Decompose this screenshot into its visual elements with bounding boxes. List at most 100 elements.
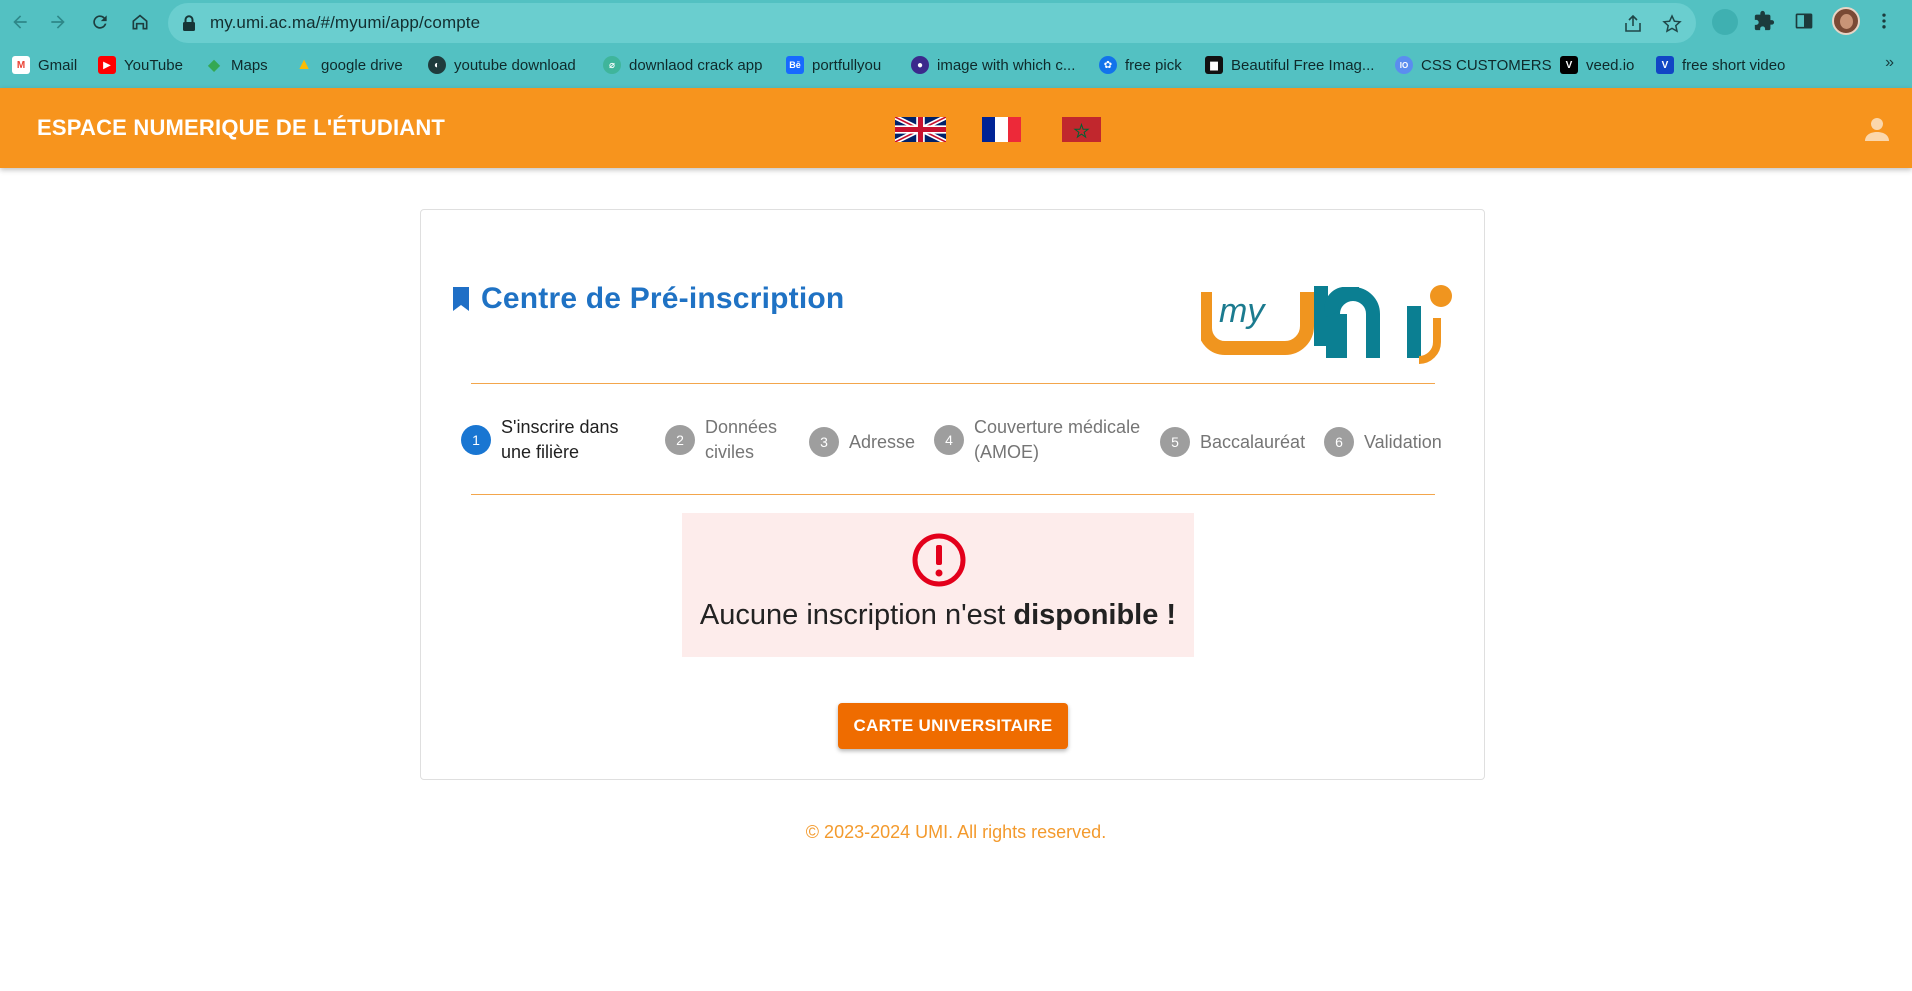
step-label-line1: Données: [705, 417, 778, 437]
browser-toolbar: my.umi.ac.ma/#/myumi/app/compte M Gmail …: [0, 0, 1912, 88]
bookmark-label: YouTube: [124, 56, 183, 74]
menu-dots-icon[interactable]: [1872, 9, 1896, 33]
css-icon: IO: [1395, 56, 1413, 74]
step-label: Données civiles: [705, 415, 777, 465]
bookmark-label: image with which c...: [937, 56, 1076, 74]
bookmark-gmail[interactable]: M Gmail: [12, 54, 77, 76]
footer-copyright: © 2023-2024 UMI. All rights reserved.: [805, 822, 1107, 842]
youtube-icon: ▶: [98, 56, 116, 74]
behance-icon: Bē: [786, 56, 804, 74]
bookmark-label: free pick: [1125, 56, 1182, 74]
bookmarks-overflow-button[interactable]: »: [1885, 54, 1894, 72]
step-label: S'inscrire dans une filière: [501, 415, 618, 465]
side-panel-icon[interactable]: [1792, 9, 1816, 33]
alert-text-bold: disponible !: [1013, 599, 1177, 631]
step-5[interactable]: 5 Baccalauréat: [1160, 427, 1305, 457]
step-label: Couverture médicale (AMOE): [974, 415, 1140, 465]
bookmark-veed[interactable]: V veed.io: [1560, 54, 1634, 76]
top-divider: [471, 383, 1435, 384]
step-label-line1: S'inscrire dans: [501, 417, 619, 437]
maps-icon: ◆: [207, 57, 221, 74]
french-flag-icon[interactable]: [982, 117, 1021, 142]
bottom-divider: [471, 494, 1435, 495]
profile-avatar[interactable]: [1832, 7, 1860, 35]
step-number: 6: [1324, 427, 1354, 457]
forward-arrow-icon[interactable]: [46, 10, 70, 34]
bookmark-free-short-video[interactable]: V free short video: [1656, 54, 1785, 76]
myumi-logo: my: [1201, 285, 1452, 364]
bookmark-label: google drive: [321, 56, 403, 74]
step-number: 5: [1160, 427, 1190, 457]
bookmark-image-site[interactable]: ● image with which c...: [911, 54, 1075, 76]
bookmark-label: free short video: [1682, 56, 1786, 74]
lock-icon: [183, 15, 195, 31]
no-registration-alert: Aucune inscription n'est disponible !: [682, 513, 1194, 657]
star-icon[interactable]: [1662, 14, 1682, 34]
step-number: 4: [934, 425, 964, 455]
share-icon[interactable]: [1623, 14, 1643, 34]
step-4[interactable]: 4 Couverture médicale (AMOE): [934, 415, 1140, 465]
bookmarks-bar: M Gmail ▶ YouTube ◆ Maps ▲ google drive …: [0, 48, 1912, 82]
step-2[interactable]: 2 Données civiles: [665, 415, 777, 465]
bookmark-icon: [453, 287, 469, 311]
step-label-line2: (AMOE): [974, 442, 1039, 462]
bookmark-label: CSS CUSTOMERS: [1421, 56, 1552, 74]
crack-app-icon: ⌀: [603, 56, 621, 74]
bookmark-portfullyou[interactable]: Bē portfullyou: [786, 54, 881, 76]
bookmark-label: downlaod crack app: [629, 56, 763, 74]
step-6[interactable]: 6 Validation: [1324, 427, 1442, 457]
moroccan-flag-icon[interactable]: [1062, 117, 1101, 142]
bookmark-maps[interactable]: ◆ Maps: [205, 54, 268, 76]
globe-icon: ◐: [428, 56, 446, 74]
step-label-line1: Couverture médicale: [974, 417, 1141, 437]
svg-text:my: my: [1219, 292, 1266, 330]
url-text: my.umi.ac.ma/#/myumi/app/compte: [210, 13, 481, 32]
step-3[interactable]: 3 Adresse: [809, 427, 915, 457]
step-1[interactable]: 1 S'inscrire dans une filière: [461, 415, 618, 465]
bookmark-label: youtube download: [454, 56, 576, 74]
bookmark-label: veed.io: [1586, 56, 1635, 74]
english-flag-icon[interactable]: [895, 117, 946, 142]
puzzle-icon[interactable]: [1752, 9, 1776, 33]
bookmark-label: Beautiful Free Imag...: [1231, 56, 1375, 74]
step-number: 1: [461, 425, 491, 455]
bookmark-youtube-download[interactable]: ◐ youtube download: [428, 54, 576, 76]
alert-text: Aucune inscription n'est: [699, 599, 1014, 631]
alert-message: Aucune inscription n'est disponible !: [682, 599, 1194, 632]
step-number: 3: [809, 427, 839, 457]
address-bar[interactable]: my.umi.ac.ma/#/myumi/app/compte: [168, 3, 1696, 43]
bookmark-google-drive[interactable]: ▲ google drive: [295, 54, 403, 76]
registration-stepper: 1 S'inscrire dans une filière 2 Données …: [461, 415, 1461, 475]
bookmark-label: Maps: [231, 56, 268, 74]
card-header: Centre de Pré-inscription: [451, 282, 844, 316]
back-arrow-icon[interactable]: [8, 10, 32, 34]
app-title: ESPACE NUMERIQUE DE L'ÉTUDIANT: [37, 115, 446, 140]
bookmark-free-pick[interactable]: ✿ free pick: [1099, 54, 1182, 76]
bookmark-youtube[interactable]: ▶ YouTube: [98, 54, 183, 76]
unsplash-icon: ▆: [1205, 56, 1223, 74]
video-site-icon: V: [1656, 56, 1674, 74]
drive-icon: ▲: [296, 56, 312, 73]
bookmark-css-customers[interactable]: IO CSS CUSTOMERS: [1395, 54, 1552, 76]
page-title: Centre de Pré-inscription: [481, 282, 845, 315]
exclamation-circle-icon: [912, 533, 966, 587]
extension-icon[interactable]: [1712, 9, 1738, 35]
step-label: Baccalauréat: [1200, 431, 1306, 452]
image-site-icon: ●: [911, 56, 929, 74]
gmail-icon: M: [12, 56, 30, 74]
step-label: Validation: [1364, 431, 1442, 452]
bookmark-crack-app[interactable]: ⌀ downlaod crack app: [603, 54, 762, 76]
reload-icon[interactable]: [88, 10, 112, 34]
step-number: 2: [665, 425, 695, 455]
app-header: ESPACE NUMERIQUE DE L'ÉTUDIANT: [0, 88, 1912, 168]
veed-icon: V: [1560, 56, 1578, 74]
carte-universitaire-button[interactable]: CARTE UNIVERSITAIRE: [838, 703, 1068, 749]
bookmark-label: Gmail: [38, 56, 78, 74]
user-account-icon[interactable]: [1862, 114, 1892, 144]
bookmark-unsplash[interactable]: ▆ Beautiful Free Imag...: [1205, 54, 1374, 76]
freepik-icon: ✿: [1099, 56, 1117, 74]
step-label-line2: civiles: [705, 442, 755, 462]
home-icon[interactable]: [128, 10, 152, 34]
step-label: Adresse: [849, 431, 916, 452]
step-label-line2: une filière: [501, 442, 580, 462]
